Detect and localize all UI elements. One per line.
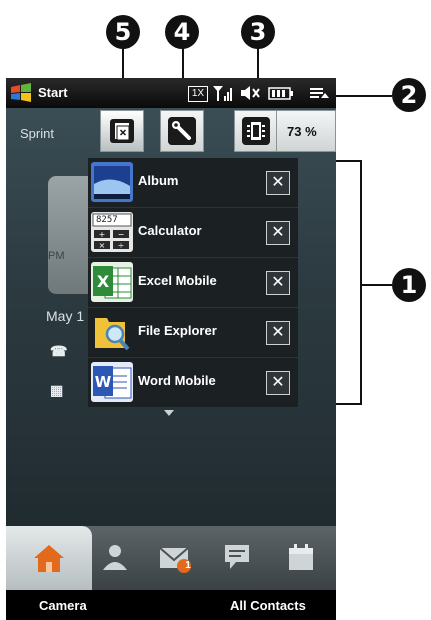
menu-icon[interactable] [308, 84, 330, 102]
quick-menu-tabs: 73 % [6, 108, 336, 152]
left-soft-key[interactable]: Camera [39, 598, 87, 613]
running-programs-list: Album ✕ + − × ÷ 8257 Calculator ✕ X Exce… [88, 158, 298, 408]
callout-bracket-top [336, 160, 362, 162]
1x-icon: 1X [188, 86, 208, 102]
task-manager-icon [110, 119, 134, 143]
phone-screen: Start 1X Sprint PM May 1 ☎ ▦ 73 % Album … [6, 78, 336, 620]
scroll-down-indicator [164, 410, 174, 416]
task-item-calculator[interactable]: + − × ÷ 8257 Calculator ✕ [88, 208, 298, 258]
home-tab[interactable] [6, 526, 92, 590]
callout-2: 2 [392, 78, 426, 112]
svg-text:+: + [99, 230, 106, 239]
battery-icon[interactable] [268, 84, 294, 102]
task-name: File Explorer [138, 323, 217, 338]
svg-text:X: X [97, 272, 110, 291]
unread-badge: 1 [185, 560, 191, 571]
task-item-file-explorer[interactable]: File Explorer ✕ [88, 308, 298, 358]
chat-icon[interactable] [222, 542, 252, 572]
calc-display-text: 8257 [96, 215, 118, 225]
callout-5: 5 [106, 15, 140, 49]
calendar-small-icon: ▦ [50, 382, 64, 398]
task-name: Calculator [138, 223, 202, 238]
task-item-album[interactable]: Album ✕ [88, 158, 298, 208]
battery-percent: 73 % [287, 124, 317, 139]
word-icon: W [91, 362, 133, 402]
home-tab-bar: 1 [6, 526, 336, 590]
callout-line-2 [336, 95, 392, 97]
wrench-icon [168, 117, 196, 145]
windows-logo-icon[interactable] [10, 83, 32, 103]
task-item-excel[interactable]: X Excel Mobile ✕ [88, 258, 298, 308]
callout-1: 1 [392, 268, 426, 302]
excel-icon: X [91, 262, 133, 302]
svg-text:÷: ÷ [118, 241, 125, 250]
right-soft-key[interactable]: All Contacts [230, 598, 306, 613]
task-name: Album [138, 173, 179, 188]
home-icon [34, 545, 64, 572]
callout-bracket-bottom [336, 403, 362, 405]
callout-3: 3 [241, 15, 275, 49]
close-word-button[interactable]: ✕ [266, 371, 290, 395]
contacts-icon[interactable] [100, 542, 130, 572]
callout-bracket-side [360, 160, 362, 405]
clock-ampm: PM [48, 250, 65, 262]
status-bar: Start 1X [6, 78, 336, 108]
svg-text:×: × [99, 241, 106, 250]
battery-tab[interactable] [234, 110, 278, 152]
task-manager-tab[interactable] [100, 110, 144, 152]
settings-tab[interactable] [160, 110, 204, 152]
missed-call-icon: ☎ [50, 343, 68, 359]
svg-text:W: W [95, 373, 112, 391]
signal-icon[interactable] [212, 84, 234, 102]
task-name: Word Mobile [138, 373, 216, 388]
file-explorer-icon [91, 312, 133, 352]
task-item-word[interactable]: W Word Mobile ✕ [88, 358, 298, 408]
svg-text:−: − [118, 230, 125, 239]
close-album-button[interactable]: ✕ [266, 171, 290, 195]
album-icon [91, 162, 133, 202]
close-file-explorer-button[interactable]: ✕ [266, 321, 290, 345]
close-calculator-button[interactable]: ✕ [266, 221, 290, 245]
start-label[interactable]: Start [38, 85, 68, 100]
callout-line-1 [360, 284, 392, 286]
battery-chip-icon [242, 117, 270, 145]
task-name: Excel Mobile [138, 273, 217, 288]
soft-key-bar: Camera All Contacts [6, 590, 336, 620]
callout-4: 4 [165, 15, 199, 49]
calendar-icon[interactable] [286, 542, 316, 572]
date-label: May 1 [46, 308, 85, 324]
speaker-mute-icon[interactable] [239, 84, 261, 102]
close-excel-button[interactable]: ✕ [266, 271, 290, 295]
